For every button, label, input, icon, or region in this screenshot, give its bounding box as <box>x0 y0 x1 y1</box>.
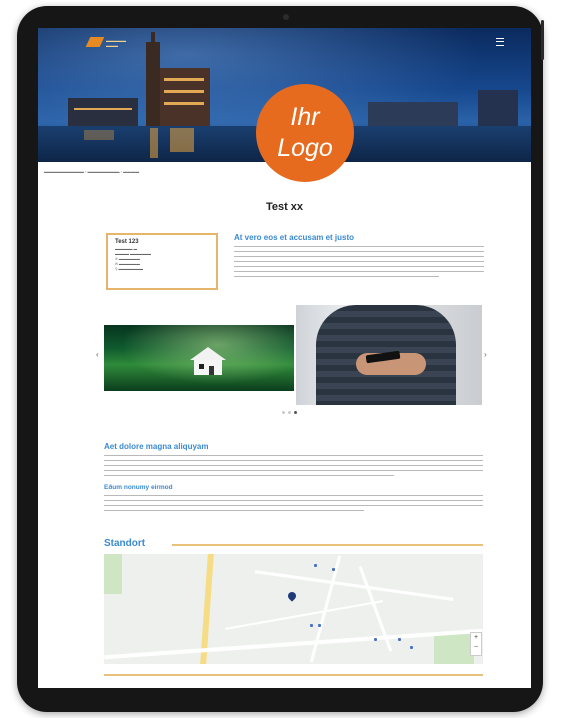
contact-web[interactable]: ⚲ ▬▬▬▬▬▬▬ <box>115 267 209 272</box>
light-reflection <box>170 128 194 152</box>
section-text <box>104 505 483 507</box>
light-reflection <box>150 128 158 158</box>
section-subheading: Eðum nonumy eirmod <box>104 484 173 491</box>
slide-smartphone-image <box>296 305 482 405</box>
intro-text <box>234 276 439 278</box>
window-lights <box>74 108 132 110</box>
slider-dot[interactable] <box>282 411 285 414</box>
contact-card: Test 123 ▬▬▬▬▬ ▬ ▬▬▬▬ ▬▬▬▬▬▬ ✆ ▬▬▬▬▬▬ ✉ … <box>106 233 218 290</box>
location-map[interactable]: + − <box>104 554 483 664</box>
light-reflection <box>84 130 114 140</box>
slider-dot-active[interactable] <box>294 411 297 414</box>
tower <box>146 42 160 132</box>
map-road <box>104 628 483 660</box>
contact-name: Test 123 <box>115 239 139 245</box>
section-text <box>104 470 483 472</box>
modern-building-right <box>478 90 518 128</box>
section-text <box>104 475 394 477</box>
intro-text <box>234 271 484 273</box>
map-poi-icon <box>374 638 377 641</box>
heading-divider <box>172 544 483 546</box>
slide-house-image <box>104 325 294 391</box>
section-text <box>104 455 483 457</box>
image-slider[interactable] <box>104 305 482 405</box>
slider-next-arrow[interactable]: › <box>484 350 487 359</box>
intro-text <box>234 256 484 258</box>
slider-pagination[interactable] <box>282 411 312 417</box>
map-poi-icon <box>410 646 413 649</box>
intro-text <box>234 251 484 253</box>
footer-divider <box>104 674 483 676</box>
map-poi-icon <box>332 568 335 571</box>
section-text <box>104 500 483 502</box>
logo-placeholder-badge: Ihr Logo <box>256 84 354 182</box>
location-heading: Standort <box>104 538 146 549</box>
map-poi-icon <box>314 564 317 567</box>
section-heading: Aet dolore magna aliquyam <box>104 442 209 451</box>
intro-text <box>234 246 484 248</box>
logo-badge-line1: Ihr <box>290 103 320 131</box>
front-camera <box>283 14 289 20</box>
tower-spire <box>151 32 155 44</box>
tablet-screen: ▬▬▬▬▬ ▬▬▬ Ihr Logo ▬▬▬▬▬▬▬▬▬▬ › ▬▬▬▬▬▬▬▬ … <box>38 28 531 688</box>
slider-dot[interactable] <box>288 411 291 414</box>
intro-text <box>234 266 484 268</box>
window-lights <box>164 78 204 81</box>
section-text <box>104 495 483 497</box>
map-poi-icon <box>398 638 401 641</box>
modern-building <box>368 102 458 128</box>
logo-mark-icon <box>85 37 105 47</box>
slider-prev-arrow[interactable]: ‹ <box>96 350 99 359</box>
logo-wordmark: ▬▬▬▬▬ ▬▬▬ <box>106 38 126 48</box>
house-window <box>199 364 204 369</box>
map-poi-icon <box>310 624 313 627</box>
map-poi-icon <box>318 624 321 627</box>
house-model <box>190 347 226 375</box>
intro-heading: At vero eos et accusam et justo <box>234 233 355 242</box>
site-logo[interactable]: ▬▬▬▬▬ ▬▬▬ <box>85 36 138 50</box>
section-text <box>104 510 364 512</box>
section-text <box>104 465 483 467</box>
section-text <box>104 460 483 462</box>
intro-text <box>234 261 484 263</box>
breadcrumb[interactable]: ▬▬▬▬▬▬▬▬▬▬ › ▬▬▬▬▬▬▬▬ › ▬▬▬▬ <box>44 169 139 174</box>
window-lights <box>164 102 204 105</box>
window-lights <box>164 90 204 93</box>
page-title: Test xx <box>265 201 304 213</box>
map-park <box>104 554 122 594</box>
map-road <box>225 600 383 630</box>
map-road <box>254 570 454 601</box>
hamburger-menu-icon[interactable] <box>496 38 504 46</box>
map-zoom-controls[interactable]: + − <box>470 632 482 656</box>
house-door <box>209 366 214 375</box>
location-pin-icon[interactable] <box>286 590 298 602</box>
map-park <box>434 634 474 664</box>
tablet-side-button <box>541 20 544 60</box>
house-roof <box>190 347 226 360</box>
logo-badge-line2: Logo <box>277 134 333 162</box>
